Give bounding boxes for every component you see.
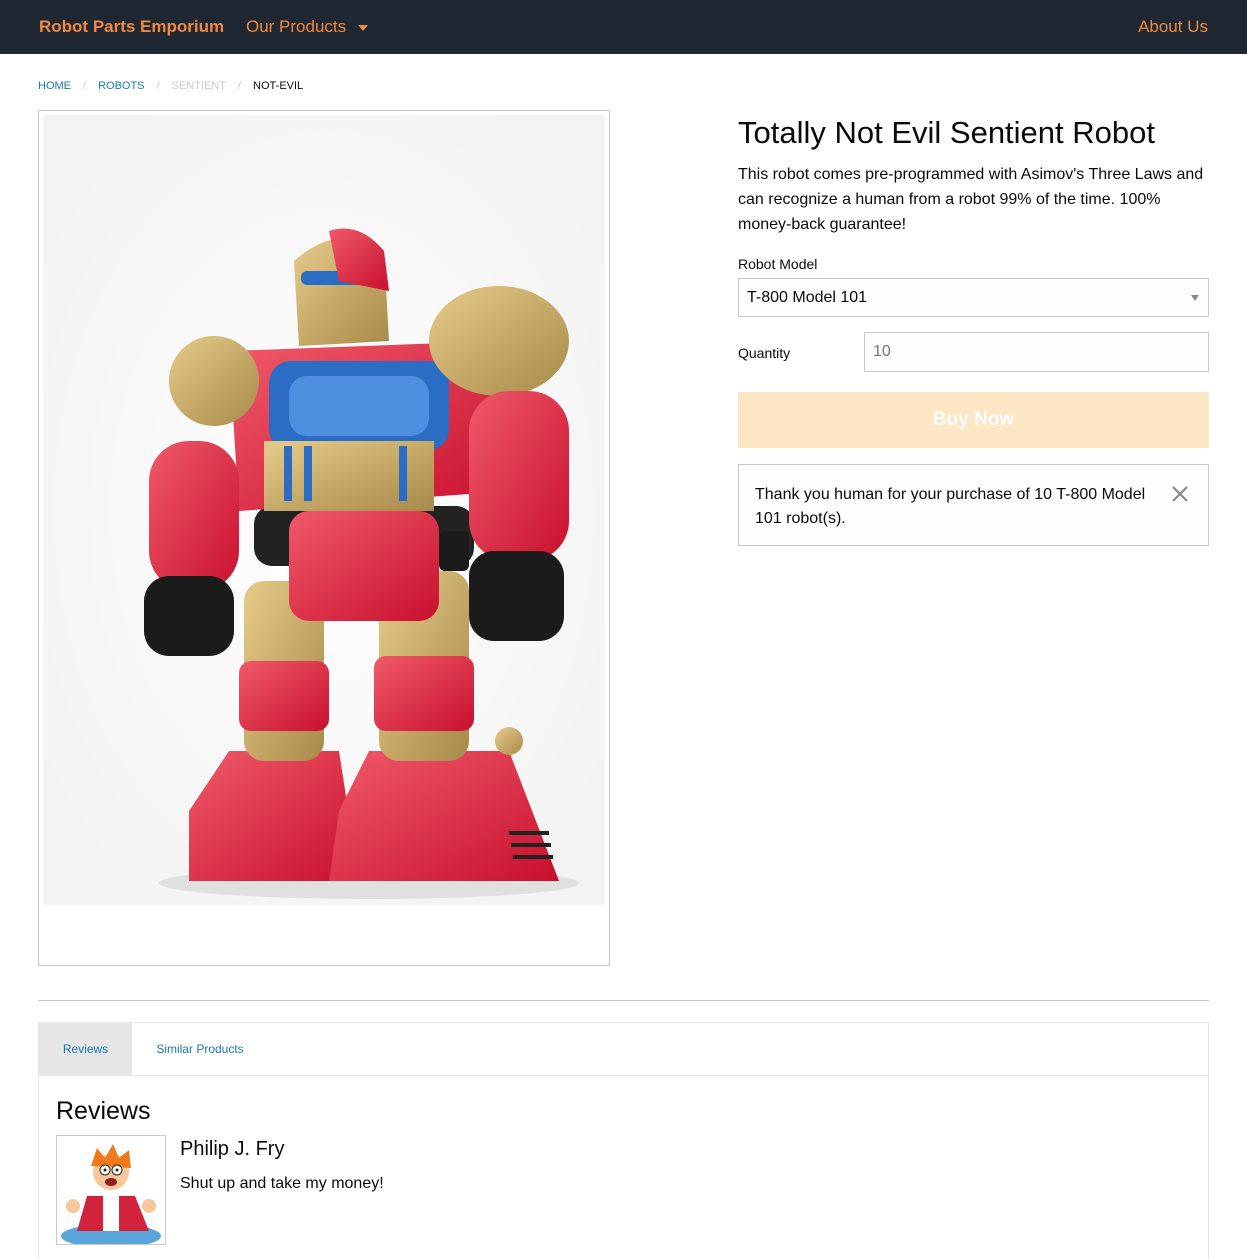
breadcrumb-separator: / xyxy=(83,80,87,92)
caret-down-icon xyxy=(358,24,369,31)
robot-model-select[interactable]: T-800 Model 101 xyxy=(738,278,1209,317)
robot-image-icon xyxy=(43,115,605,905)
quantity-label: Quantity xyxy=(738,345,791,361)
reviewer-name: Philip J. Fry xyxy=(180,1138,285,1160)
top-bar: Robot Parts Emporium Our Products About … xyxy=(0,0,1247,54)
robot-model-selected: T-800 Model 101 xyxy=(747,289,868,306)
reviews-heading: Reviews xyxy=(56,1097,151,1125)
product-title: Totally Not Evil Sentient Robot xyxy=(738,115,1155,150)
close-icon[interactable] xyxy=(1169,483,1191,505)
section-divider xyxy=(38,1000,1209,1001)
product-description: This robot comes pre-programmed with Asi… xyxy=(738,166,1204,233)
tab-reviews[interactable]: Reviews xyxy=(39,1023,132,1076)
products-menu[interactable]: Our Products xyxy=(246,17,369,37)
product-image xyxy=(38,110,610,966)
breadcrumb-separator: / xyxy=(237,80,242,92)
dropdown-arrow-icon xyxy=(1191,295,1199,301)
brand-link[interactable]: Robot Parts Emporium xyxy=(39,17,224,37)
tab-bar: Reviews Similar Products xyxy=(39,1023,1208,1076)
about-link[interactable]: About Us xyxy=(1138,17,1208,37)
breadcrumb-separator: / xyxy=(156,80,160,92)
purchase-confirmation-callout: Thank you human for your purchase of 10 … xyxy=(738,464,1209,546)
confirmation-message: Thank you human for your purchase of 10 … xyxy=(755,486,1146,527)
tab-similar-products[interactable]: Similar Products xyxy=(132,1023,268,1076)
buy-now-button[interactable]: Buy Now xyxy=(738,392,1209,448)
robot-model-label: Robot Model xyxy=(738,256,818,272)
quantity-input[interactable] xyxy=(864,332,1209,372)
review-text: Shut up and take my money! xyxy=(180,1175,384,1192)
breadcrumb: Home / Robots / Sentient / Not-Evil xyxy=(38,80,303,92)
products-menu-label: Our Products xyxy=(246,17,347,36)
breadcrumb-home[interactable]: Home xyxy=(38,80,71,92)
reviewer-avatar xyxy=(56,1135,166,1245)
product-tabs: Reviews Similar Products Reviews Philip … xyxy=(38,1022,1209,1259)
breadcrumb-robots[interactable]: Robots xyxy=(98,80,144,92)
breadcrumb-sentient: Sentient xyxy=(171,80,226,92)
cartoon-avatar-icon xyxy=(61,1144,161,1244)
breadcrumb-not-evil: Not-Evil xyxy=(253,80,304,92)
